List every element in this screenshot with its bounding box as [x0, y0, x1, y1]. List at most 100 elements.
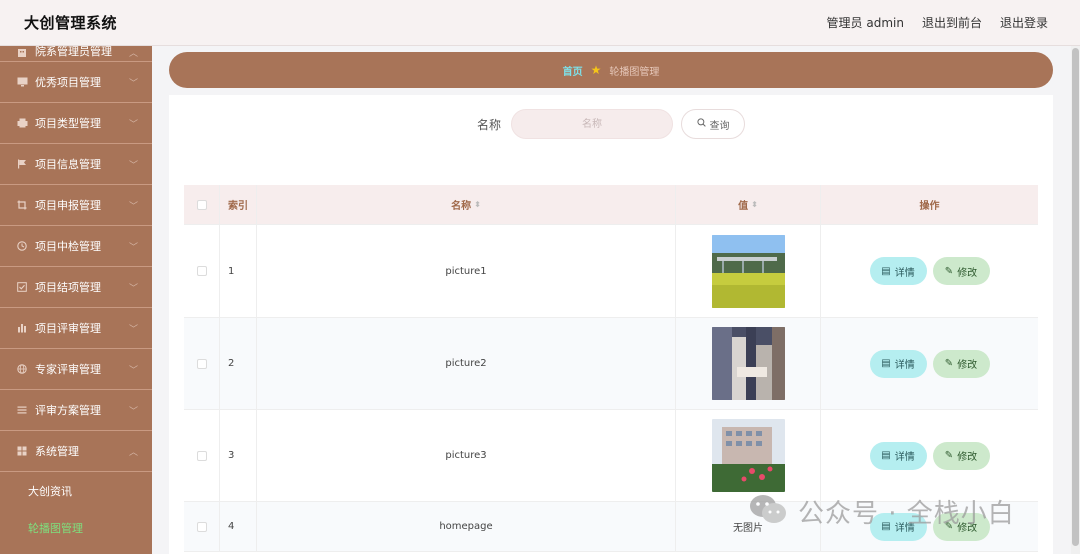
chevron-up-icon: ︿ — [128, 447, 138, 458]
header-name-cell[interactable]: 名称 ⬍ — [257, 185, 676, 224]
sidebar-item-label: 专家评审管理 — [35, 363, 101, 376]
sidebar-item-project-application[interactable]: 项目申报管理 ﹀ — [0, 185, 152, 226]
chevron-down-icon: ﹀ — [128, 201, 138, 212]
edit-button[interactable]: ✎ 修改 — [932, 441, 990, 470]
picture-building-image — [711, 419, 785, 492]
chevron-down-icon: ﹀ — [128, 365, 138, 376]
sidebar-subitem-news[interactable]: 大创资讯 — [0, 472, 152, 509]
detail-button[interactable]: ▤ 详情 — [869, 441, 927, 470]
chevron-down-icon: ﹀ — [128, 324, 138, 335]
sidebar-item-label: 系统管理 — [35, 445, 79, 458]
sidebar: 院系管理员管理 ︿ 优秀项目管理 ﹀ 项目类型管理 ﹀ 项目信息管理 ﹀ 项目申… — [0, 46, 152, 554]
check-square-icon — [16, 281, 28, 293]
row-value — [676, 410, 821, 501]
row-index: 1 — [220, 225, 257, 317]
pencil-icon: ✎ — [944, 358, 954, 369]
list-icon — [16, 404, 28, 416]
sidebar-item-label: 项目中检管理 — [35, 240, 101, 253]
row-index: 3 — [220, 410, 257, 501]
search-label: 名称 — [476, 117, 501, 132]
chevron-down-icon: ﹀ — [128, 160, 138, 171]
row-checkbox[interactable] — [196, 358, 207, 369]
header-value: 值 — [738, 201, 749, 212]
row-check-cell — [184, 225, 220, 317]
row-index: 2 — [220, 318, 257, 409]
picture-abstract-image — [711, 327, 785, 400]
detail-button-label: 详情 — [894, 267, 915, 279]
sidebar-item-midterm-check[interactable]: 项目中检管理 ﹀ — [0, 226, 152, 267]
row-checkbox[interactable] — [196, 450, 207, 461]
header-actions: 操作 — [919, 201, 940, 212]
sidebar-subitem-carousel[interactable]: 轮播图管理 — [0, 509, 152, 546]
header-value-cell[interactable]: 值 ⬍ — [676, 185, 821, 224]
sidebar-item-excellent-projects[interactable]: 优秀项目管理 ﹀ — [0, 62, 152, 103]
detail-button[interactable]: ▤ 详情 — [869, 257, 927, 285]
picture-landscape-image — [711, 234, 785, 308]
search-icon — [696, 118, 706, 130]
detail-button[interactable]: ▤ 详情 — [869, 349, 927, 378]
row-checkbox[interactable] — [196, 521, 207, 532]
row-check-cell — [184, 318, 220, 409]
row-check-cell — [184, 502, 220, 551]
row-checkbox[interactable] — [196, 266, 207, 276]
edit-button-label: 修改 — [957, 267, 978, 279]
select-all-cell — [184, 185, 220, 224]
row-name: picture3 — [257, 410, 676, 501]
header-index: 索引 — [220, 185, 257, 224]
table-row: 1 picture1 ▤ 详情 ✎ 修改 — [184, 225, 1038, 318]
row-value — [676, 225, 821, 317]
row-actions: ▤ 详情 ✎ 修改 — [821, 225, 1038, 317]
watermark-text: 公众号 · 全栈小白 — [798, 498, 1015, 529]
app-title: 大创管理系统 — [24, 14, 118, 32]
breadcrumb-current: 轮播图管理 — [609, 66, 660, 78]
main-panel: 名称 查询 索引 名称⬍ 值⬍ 操作 1 picture1 — [169, 95, 1053, 554]
wechat-icon — [748, 492, 788, 530]
query-button-label: 查询 — [709, 120, 730, 132]
select-all-checkbox[interactable] — [196, 199, 207, 210]
clock-icon — [16, 240, 28, 252]
edit-button-label: 修改 — [957, 360, 978, 371]
crop-icon — [16, 199, 28, 211]
edit-button[interactable]: ✎ 修改 — [932, 257, 990, 285]
row-name: picture1 — [257, 225, 676, 317]
detail-button-label: 详情 — [894, 360, 915, 371]
monitor-icon — [16, 76, 28, 88]
document-icon: ▤ — [881, 358, 891, 369]
chevron-down-icon: ﹀ — [128, 78, 138, 89]
sidebar-item-project-info[interactable]: 项目信息管理 ﹀ — [0, 144, 152, 185]
logout-link[interactable]: 退出登录 — [1000, 14, 1048, 31]
sidebar-item-project-closing[interactable]: 项目结项管理 ﹀ — [0, 267, 152, 308]
sidebar-item-label: 项目结项管理 — [35, 281, 101, 294]
query-button[interactable]: 查询 — [681, 109, 745, 139]
header-actions: 管理员 admin 退出到前台 退出登录 — [827, 14, 1048, 31]
sidebar-item-label: 项目类型管理 — [35, 117, 101, 130]
sidebar-item-expert-review[interactable]: 专家评审管理 ﹀ — [0, 349, 152, 390]
sidebar-item-system-management[interactable]: 系统管理 ︿ — [0, 431, 152, 472]
row-actions: ▤ 详情 ✎ 修改 — [821, 410, 1038, 501]
sidebar-item-project-review[interactable]: 项目评审管理 ﹀ — [0, 308, 152, 349]
bar-chart-icon — [16, 322, 28, 334]
sidebar-item-label: 项目评审管理 — [35, 322, 101, 335]
sidebar-item-review-plans[interactable]: 评审方案管理 ﹀ — [0, 390, 152, 431]
sort-icon[interactable]: ⬍ — [474, 200, 481, 209]
sidebar-item-department-admins[interactable]: 院系管理员管理 ︿ — [0, 46, 152, 62]
top-header: 大创管理系统 管理员 admin 退出到前台 退出登录 — [0, 0, 1080, 46]
exit-to-frontend-link[interactable]: 退出到前台 — [922, 14, 982, 31]
watermark: 公众号 · 全栈小白 — [748, 492, 1015, 530]
grid-icon — [16, 445, 28, 457]
header-name: 名称 — [451, 201, 472, 212]
table-header: 索引 名称 ⬍ 值 ⬍ 操作 — [184, 185, 1038, 225]
scrollbar-thumb[interactable] — [1072, 48, 1079, 546]
search-input[interactable] — [511, 109, 673, 139]
edit-button[interactable]: ✎ 修改 — [932, 349, 990, 378]
sidebar-item-label: 优秀项目管理 — [35, 76, 101, 89]
sort-icon[interactable]: ⬍ — [751, 200, 758, 209]
admin-user-label: 管理员 admin — [826, 16, 904, 30]
row-value — [676, 318, 821, 409]
breadcrumb-home-link[interactable]: 首页 — [563, 63, 583, 78]
sidebar-item-label: 项目信息管理 — [35, 158, 101, 171]
sidebar-item-project-types[interactable]: 项目类型管理 ﹀ — [0, 103, 152, 144]
search-bar: 名称 查询 — [169, 109, 1053, 139]
pencil-icon: ✎ — [944, 265, 954, 277]
detail-button-label: 详情 — [894, 452, 915, 463]
